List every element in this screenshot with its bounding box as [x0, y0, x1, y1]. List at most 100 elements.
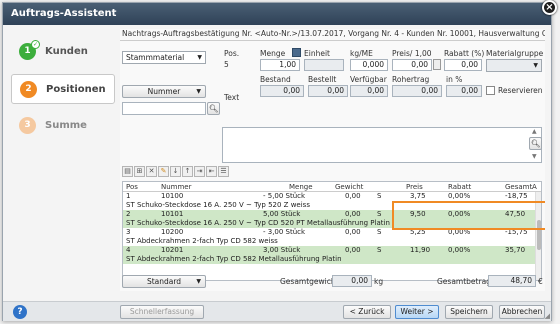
in-percent-label: in %: [446, 75, 463, 84]
window-title: Auftrags-Assistent: [3, 3, 551, 25]
rohertrag-label: Rohertrag: [392, 75, 430, 84]
einheit-label: Einheit: [304, 49, 330, 58]
cell-desc: ST Abdeckrahmen 2-fach Typ CD 582 weiss: [126, 237, 278, 245]
preis-input[interactable]: 0,00: [392, 59, 432, 71]
verfuegbar-value: 0,00: [350, 85, 388, 97]
gesamtgewicht-unit: kg: [374, 277, 384, 286]
col-menge[interactable]: Menge: [289, 183, 313, 191]
pos-value: 5: [224, 60, 229, 69]
cell-pos: 3: [126, 228, 131, 236]
indent-icon[interactable]: ⇥: [194, 166, 205, 177]
table-row-description[interactable]: ST Abdeckrahmen 2-fach Typ CD 582 weiss: [123, 237, 541, 246]
back-button[interactable]: < Zurück: [343, 305, 391, 319]
text-search-button[interactable]: 🔍︎: [529, 137, 542, 150]
col-nummer[interactable]: Nummer: [161, 183, 192, 191]
schnellerfassung-button[interactable]: Schnellerfassung: [120, 305, 204, 319]
scroll-down-icon[interactable]: ▼: [532, 153, 537, 160]
delete-icon[interactable]: ✕: [146, 166, 157, 177]
help-icon[interactable]: ?: [13, 305, 27, 319]
verfuegbar-label: Verfügbar: [350, 75, 387, 84]
text-area[interactable]: [222, 127, 542, 163]
kgme-input[interactable]: 0,000: [350, 59, 388, 71]
cell-nummer: 10100: [161, 192, 184, 200]
chevron-down-icon: ▼: [533, 62, 538, 69]
step-positionen[interactable]: 2 Positionen: [11, 74, 115, 104]
cancel-button[interactable]: Abbrechen: [499, 305, 545, 319]
chevron-down-icon: ▼: [197, 54, 202, 61]
step-number: 3: [19, 117, 36, 134]
callout-line: [392, 228, 545, 230]
check-icon: ✓: [31, 40, 40, 49]
cell-desc: ST Schuko-Steckdose 16 A. 250 V ~ Typ 52…: [126, 201, 310, 209]
save-button[interactable]: Speichern: [445, 305, 493, 319]
callout-line: [392, 201, 545, 203]
next-button[interactable]: Weiter >: [395, 305, 439, 319]
grid-toolbar: ▤ ⊞ ✕ ✎ ↓ ↑ ⇥ ⇤ ☰: [122, 166, 229, 179]
nummer-button-label: Nummer: [147, 87, 181, 96]
positions-table[interactable]: Pos Nummer Menge Gewicht Preis Rabatt Ge…: [122, 181, 542, 281]
col-pos[interactable]: Pos: [126, 183, 138, 191]
reservieren-checkbox[interactable]: [486, 86, 495, 95]
nummer-button[interactable]: Nummer ▼: [122, 85, 206, 98]
cell-menge: 3,00 Stück: [263, 246, 301, 254]
col-gesamt[interactable]: Gesamt: [505, 183, 532, 191]
cell-nummer: 10200: [161, 228, 184, 236]
cell-gesamt: 47,50: [505, 210, 526, 218]
search-icon: 🔍︎: [208, 104, 219, 113]
resize-grip-icon[interactable]: ◢: [545, 312, 550, 320]
cell-preis: 9,50: [410, 210, 426, 218]
col-rabatt[interactable]: Rabatt: [448, 183, 471, 191]
menge-input[interactable]: 1,00: [260, 59, 300, 71]
step-number: 2: [20, 81, 37, 98]
bottom-bar: ? Schnellerfassung < Zurück Weiter > Spe…: [3, 301, 551, 321]
scroll-up-icon[interactable]: ▲: [532, 128, 537, 135]
table-row[interactable]: 2 10101 5,00 Stück 0,00 S 9,50 0,00% 47,50: [123, 210, 541, 219]
cell-nummer: 10101: [161, 210, 184, 218]
table-row[interactable]: 1 10100 - 5,00 Stück 0,00 S 3,75 0,00% -18,75: [123, 192, 541, 201]
kgme-label: kg/ME: [350, 49, 373, 58]
list-icon[interactable]: ☰: [218, 166, 229, 177]
stammmaterial-select[interactable]: Stammmaterial ▼: [122, 51, 206, 64]
materialgruppe-select[interactable]: ▼: [486, 59, 542, 72]
einheit-input[interactable]: [304, 59, 344, 71]
cell-rabatt: 0,00%: [448, 246, 471, 254]
insert-icon[interactable]: ⊞: [134, 166, 145, 177]
stammmaterial-value: Stammmaterial: [126, 53, 185, 62]
cell-desc: ST Abdeckrahmen 2-fach Typ CD 582 Metall…: [126, 255, 342, 263]
nummer-input[interactable]: [122, 102, 206, 115]
table-row[interactable]: 4 10201 3,00 Stück 0,00 S 11,90 0,00% 35,70: [123, 246, 541, 255]
scroll-thumb[interactable]: [537, 220, 541, 250]
rohertrag-value: 0,00: [392, 85, 442, 97]
new-row-icon[interactable]: ▤: [122, 166, 133, 177]
cell-s: S: [377, 246, 382, 254]
preis-label: Preis/ 1,00: [392, 49, 432, 58]
cell-desc: ST Schuko-Steckdose 16 A. 250 V ~ Typ CD…: [126, 219, 390, 227]
pos-label: Pos.: [224, 49, 240, 58]
col-a[interactable]: A: [532, 183, 537, 191]
table-row-description[interactable]: ST Schuko-Steckdose 16 A. 250 V ~ Typ CD…: [123, 219, 541, 228]
move-down-icon[interactable]: ↓: [170, 166, 181, 177]
move-up-icon[interactable]: ↑: [182, 166, 193, 177]
wizard-steps: 1 ✓ Kunden 2 Positionen 3 Summe: [11, 37, 115, 148]
col-gewicht[interactable]: Gewicht: [335, 183, 363, 191]
cell-gesamt: 35,70: [505, 246, 526, 254]
step-kunden[interactable]: 1 ✓ Kunden: [11, 37, 115, 67]
table-header: Pos Nummer Menge Gewicht Preis Rabatt Ge…: [123, 182, 541, 192]
bestellt-value: 0,00: [308, 85, 348, 97]
step-label: Positionen: [46, 84, 106, 95]
outdent-icon[interactable]: ⇤: [206, 166, 217, 177]
rabatt-input[interactable]: 0,00: [444, 59, 482, 71]
close-icon[interactable]: ×: [542, 0, 557, 15]
standard-button-label: Standard: [146, 277, 182, 286]
calculator-icon[interactable]: [433, 59, 441, 70]
step-summe[interactable]: 3 Summe: [11, 111, 115, 141]
cell-s: S: [377, 192, 382, 200]
standard-button[interactable]: Standard ▼: [122, 275, 206, 288]
step-label: Kunden: [45, 46, 88, 57]
search-button[interactable]: 🔍︎: [207, 102, 220, 115]
edit-icon[interactable]: ✎: [158, 166, 169, 177]
table-row-description[interactable]: ST Abdeckrahmen 2-fach Typ CD 582 Metall…: [123, 255, 541, 264]
col-preis[interactable]: Preis: [406, 183, 423, 191]
table-scrollbar[interactable]: [535, 192, 541, 280]
bestellt-label: Bestellt: [308, 75, 337, 84]
